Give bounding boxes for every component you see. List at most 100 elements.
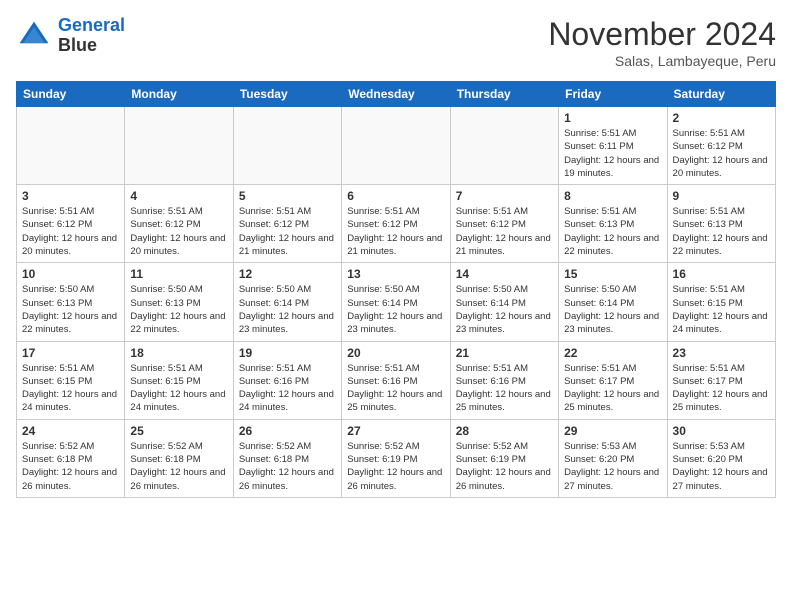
calendar-cell: 4 Sunrise: 5:51 AM Sunset: 6:12 PM Daylig… [125,185,233,263]
day-info: Sunrise: 5:50 AM Sunset: 6:14 PM Dayligh… [347,283,444,336]
day-info: Sunrise: 5:51 AM Sunset: 6:17 PM Dayligh… [673,362,770,415]
calendar-table: SundayMondayTuesdayWednesdayThursdayFrid… [16,81,776,498]
day-info: Sunrise: 5:51 AM Sunset: 6:15 PM Dayligh… [673,283,770,336]
calendar-cell: 27Sunrise: 5:52 AM Sunset: 6:19 PM Dayli… [342,419,450,497]
day-info: Sunrise: 5:51 AM Sunset: 6:12 PM Dayligh… [130,205,227,258]
day-number: 23 [673,346,770,360]
calendar-cell: 9Sunrise: 5:51 AM Sunset: 6:13 PM Daylig… [667,185,775,263]
day-info: Sunrise: 5:50 AM Sunset: 6:13 PM Dayligh… [22,283,119,336]
day-number: 1 [564,111,661,125]
calendar-cell: 28 Sunrise: 5:52 AM Sunset: 6:19 PM Dayli… [450,419,558,497]
logo-icon [16,18,52,54]
calendar-cell: 22 Sunrise: 5:51 AM Sunset: 6:17 PM Dayli… [559,341,667,419]
day-info: Sunrise: 5:50 AM Sunset: 6:14 PM Dayligh… [456,283,553,336]
calendar-cell: 3 Sunrise: 5:51 AM Sunset: 6:12 PM Daylig… [17,185,125,263]
day-number: 15 [564,267,661,281]
weekday-header: Sunday [17,82,125,107]
day-info: Sunrise: 5:51 AM Sunset: 6:16 PM Dayligh… [347,362,444,415]
day-number: 27 [347,424,444,438]
day-info: Sunrise: 5:52 AM Sunset: 6:18 PM Dayligh… [130,440,227,493]
day-info: Sunrise: 5:53 AM Sunset: 6:20 PM Dayligh… [564,440,661,493]
weekday-header: Monday [125,82,233,107]
day-number: 6 [347,189,444,203]
day-number: 10 [22,267,119,281]
calendar-cell: 11 Sunrise: 5:50 AM Sunset: 6:13 PM Dayli… [125,263,233,341]
calendar-cell: 15 Sunrise: 5:50 AM Sunset: 6:14 PM Dayli… [559,263,667,341]
calendar-cell: 12 Sunrise: 5:50 AM Sunset: 6:14 PM Dayli… [233,263,341,341]
calendar-cell: 6Sunrise: 5:51 AM Sunset: 6:12 PM Daylig… [342,185,450,263]
calendar-cell: 19 Sunrise: 5:51 AM Sunset: 6:16 PM Dayli… [233,341,341,419]
month-title: November 2024 [548,16,776,53]
calendar-week-row: 1 Sunrise: 5:51 AM Sunset: 6:11 PM Daylig… [17,107,776,185]
calendar-cell: 8Sunrise: 5:51 AM Sunset: 6:13 PM Daylig… [559,185,667,263]
day-number: 24 [22,424,119,438]
day-number: 30 [673,424,770,438]
day-info: Sunrise: 5:51 AM Sunset: 6:17 PM Dayligh… [564,362,661,415]
calendar-cell: 10 Sunrise: 5:50 AM Sunset: 6:13 PM Dayli… [17,263,125,341]
calendar-cell: 25 Sunrise: 5:52 AM Sunset: 6:18 PM Dayli… [125,419,233,497]
weekday-header: Thursday [450,82,558,107]
calendar-cell: 26 Sunrise: 5:52 AM Sunset: 6:18 PM Dayli… [233,419,341,497]
calendar-cell: 5 Sunrise: 5:51 AM Sunset: 6:12 PM Daylig… [233,185,341,263]
calendar-cell: 20Sunrise: 5:51 AM Sunset: 6:16 PM Dayli… [342,341,450,419]
day-info: Sunrise: 5:51 AM Sunset: 6:16 PM Dayligh… [239,362,336,415]
page-header: GeneralBlue November 2024 Salas, Lambaye… [16,16,776,69]
day-info: Sunrise: 5:51 AM Sunset: 6:13 PM Dayligh… [673,205,770,258]
day-number: 26 [239,424,336,438]
day-info: Sunrise: 5:52 AM Sunset: 6:19 PM Dayligh… [456,440,553,493]
day-number: 4 [130,189,227,203]
calendar-cell: 16Sunrise: 5:51 AM Sunset: 6:15 PM Dayli… [667,263,775,341]
calendar-cell: 24 Sunrise: 5:52 AM Sunset: 6:18 PM Dayli… [17,419,125,497]
calendar-cell [17,107,125,185]
day-number: 29 [564,424,661,438]
calendar-cell [233,107,341,185]
day-number: 19 [239,346,336,360]
calendar-cell: 23 Sunrise: 5:51 AM Sunset: 6:17 PM Dayli… [667,341,775,419]
day-info: Sunrise: 5:52 AM Sunset: 6:18 PM Dayligh… [22,440,119,493]
day-info: Sunrise: 5:52 AM Sunset: 6:18 PM Dayligh… [239,440,336,493]
day-number: 12 [239,267,336,281]
day-info: Sunrise: 5:51 AM Sunset: 6:13 PM Dayligh… [564,205,661,258]
calendar-cell [450,107,558,185]
weekday-header: Saturday [667,82,775,107]
logo-text: GeneralBlue [58,16,125,56]
calendar-week-row: 10 Sunrise: 5:50 AM Sunset: 6:13 PM Dayli… [17,263,776,341]
day-info: Sunrise: 5:50 AM Sunset: 6:13 PM Dayligh… [130,283,227,336]
day-info: Sunrise: 5:51 AM Sunset: 6:12 PM Dayligh… [673,127,770,180]
day-info: Sunrise: 5:51 AM Sunset: 6:12 PM Dayligh… [239,205,336,258]
day-info: Sunrise: 5:50 AM Sunset: 6:14 PM Dayligh… [564,283,661,336]
calendar-cell: 17Sunrise: 5:51 AM Sunset: 6:15 PM Dayli… [17,341,125,419]
day-number: 17 [22,346,119,360]
calendar-cell: 18 Sunrise: 5:51 AM Sunset: 6:15 PM Dayli… [125,341,233,419]
day-number: 22 [564,346,661,360]
calendar-cell: 2Sunrise: 5:51 AM Sunset: 6:12 PM Daylig… [667,107,775,185]
day-info: Sunrise: 5:51 AM Sunset: 6:12 PM Dayligh… [456,205,553,258]
day-number: 7 [456,189,553,203]
day-info: Sunrise: 5:51 AM Sunset: 6:11 PM Dayligh… [564,127,661,180]
calendar-cell: 7 Sunrise: 5:51 AM Sunset: 6:12 PM Daylig… [450,185,558,263]
calendar-cell: 14 Sunrise: 5:50 AM Sunset: 6:14 PM Dayli… [450,263,558,341]
calendar-cell [342,107,450,185]
calendar-cell: 30 Sunrise: 5:53 AM Sunset: 6:20 PM Dayli… [667,419,775,497]
day-number: 14 [456,267,553,281]
day-info: Sunrise: 5:51 AM Sunset: 6:12 PM Dayligh… [22,205,119,258]
day-number: 18 [130,346,227,360]
day-number: 28 [456,424,553,438]
calendar-header-row: SundayMondayTuesdayWednesdayThursdayFrid… [17,82,776,107]
day-number: 11 [130,267,227,281]
calendar-week-row: 3 Sunrise: 5:51 AM Sunset: 6:12 PM Daylig… [17,185,776,263]
calendar-week-row: 24 Sunrise: 5:52 AM Sunset: 6:18 PM Dayli… [17,419,776,497]
day-number: 3 [22,189,119,203]
weekday-header: Wednesday [342,82,450,107]
location: Salas, Lambayeque, Peru [548,53,776,69]
calendar-cell: 21Sunrise: 5:51 AM Sunset: 6:16 PM Dayli… [450,341,558,419]
day-info: Sunrise: 5:50 AM Sunset: 6:14 PM Dayligh… [239,283,336,336]
day-number: 5 [239,189,336,203]
day-info: Sunrise: 5:51 AM Sunset: 6:15 PM Dayligh… [130,362,227,415]
day-info: Sunrise: 5:53 AM Sunset: 6:20 PM Dayligh… [673,440,770,493]
day-number: 13 [347,267,444,281]
weekday-header: Tuesday [233,82,341,107]
calendar-cell: 29 Sunrise: 5:53 AM Sunset: 6:20 PM Dayli… [559,419,667,497]
title-block: November 2024 Salas, Lambayeque, Peru [548,16,776,69]
day-number: 25 [130,424,227,438]
